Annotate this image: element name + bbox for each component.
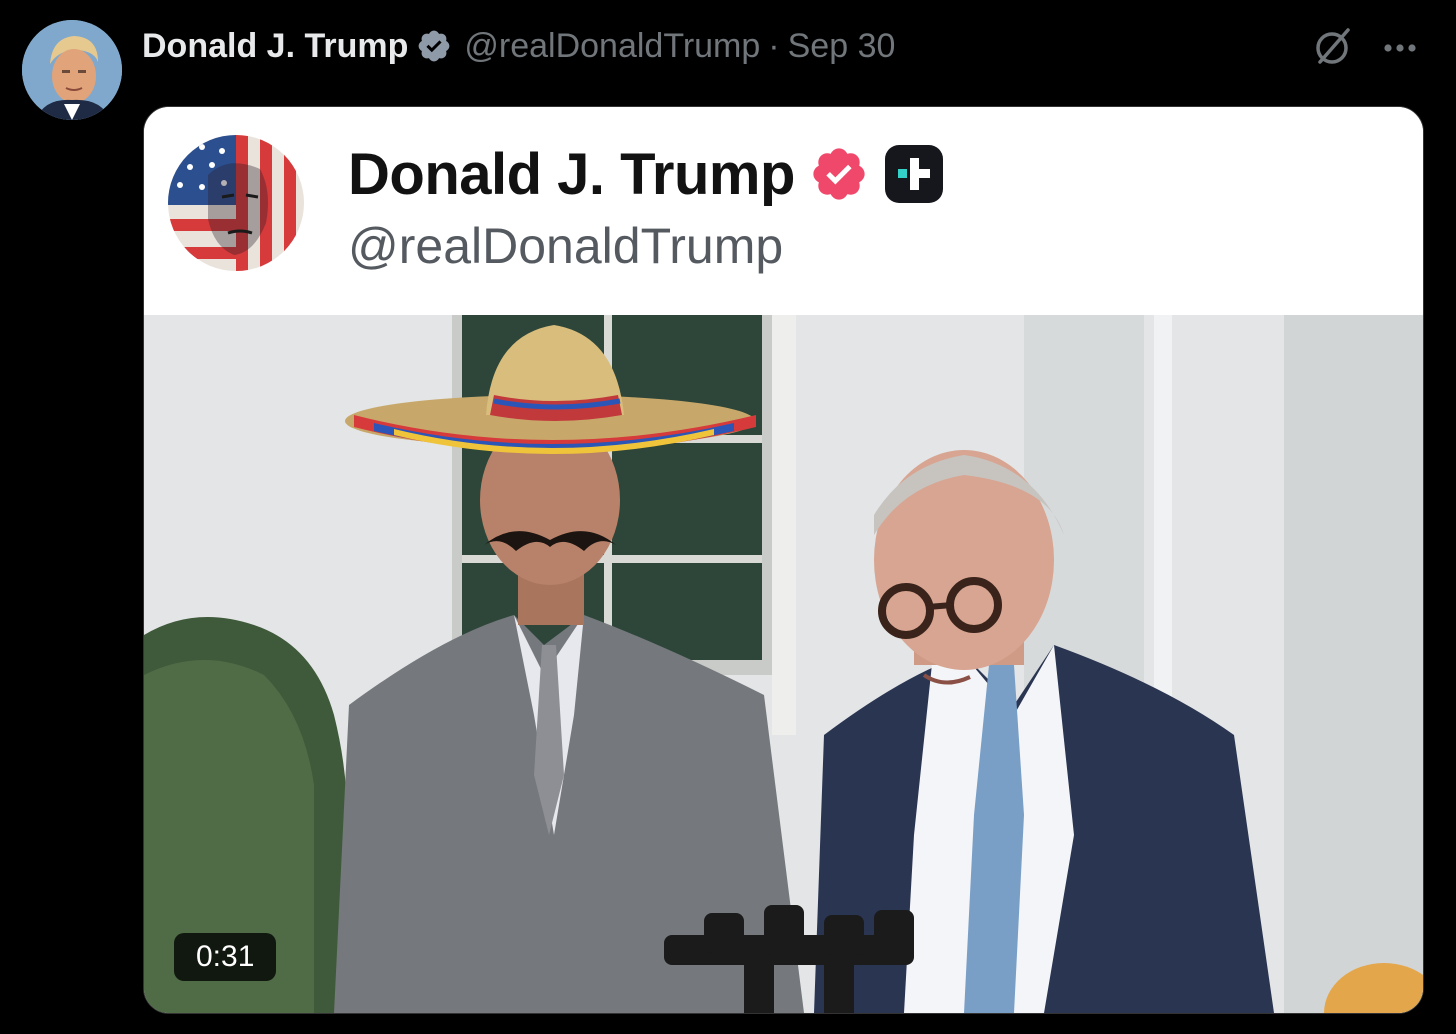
timestamp[interactable]: Sep 30 (788, 27, 896, 66)
verified-badge-icon (813, 148, 865, 200)
embedded-avatar (168, 135, 304, 271)
grok-icon[interactable] (1310, 24, 1356, 70)
author-handle[interactable]: @realDonaldTrump (464, 27, 760, 66)
separator-dot: · (768, 26, 780, 65)
video-frame (144, 315, 1423, 1013)
tweet-header: Donald J. Trump @realDonaldTrump · Sep 3… (142, 24, 895, 68)
verified-badge-icon (418, 30, 450, 62)
author-avatar[interactable] (22, 20, 122, 120)
tweet: Donald J. Trump @realDonaldTrump · Sep 3… (0, 0, 1456, 1034)
author-name[interactable]: Donald J. Trump (142, 27, 408, 66)
truth-social-plus-icon (884, 145, 943, 203)
embedded-name-row: Donald J. Trump (348, 139, 945, 209)
video-duration-badge: 0:31 (174, 933, 277, 981)
embedded-handle: @realDonaldTrump (348, 218, 784, 274)
more-options-icon[interactable] (1380, 28, 1420, 68)
embedded-author-name: Donald J. Trump (348, 141, 795, 207)
embedded-post-header: Donald J. Trump @realDonaldTrump (144, 107, 1423, 315)
tweet-media-video[interactable]: Donald J. Trump @realDonaldTrump 0:31 (143, 106, 1424, 1014)
